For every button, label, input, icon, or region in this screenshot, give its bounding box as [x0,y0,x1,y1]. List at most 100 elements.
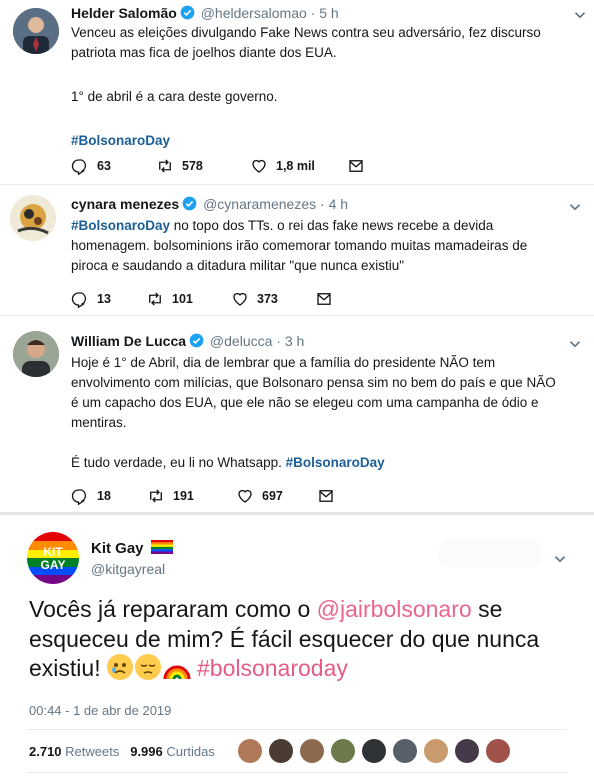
heart-icon [236,487,254,505]
liker-avatars [238,739,517,763]
hashtag-link[interactable]: #bolsonaroday [197,655,348,681]
tweet-helder-salomao[interactable]: Helder Salomão @heldersalomao · 5 h Venc… [0,0,594,185]
avatar[interactable] [13,331,59,377]
tweet-time[interactable]: · 4 h [320,196,348,212]
author-handle[interactable]: @cynaramenezes [203,196,316,212]
author-handle[interactable]: @heldersalomao [201,5,307,21]
reply-icon [71,157,89,175]
tweet-text: #BolsonaroDay no topo dos TTs. o rei das… [71,216,581,276]
tweet-time[interactable]: · 3 h [276,333,304,349]
reply-button[interactable]: 13 [71,290,146,308]
liker-avatar[interactable] [362,739,386,763]
liker-avatar[interactable] [238,739,262,763]
reply-count: 63 [97,159,111,173]
liker-avatar[interactable] [300,739,324,763]
pensive-face-emoji-icon [134,654,161,680]
retweet-button[interactable]: 578 [156,157,250,175]
direct-message-button[interactable] [315,290,341,308]
heart-icon [250,157,268,175]
tweet-line: no topo dos TTs. o rei das fake news rec… [170,218,494,233]
author-name[interactable]: Kit Gay [91,540,144,557]
engagement-stats: 2.710 Retweets 9.996 Curtidas [29,744,215,759]
divider [27,772,567,773]
reply-button[interactable]: 18 [71,487,147,505]
direct-message-button[interactable] [317,487,343,505]
hashtag-link[interactable]: #BolsonaroDay [286,455,385,470]
liker-avatar[interactable] [331,739,355,763]
verified-badge-icon [182,196,197,211]
tweet-text-part: Vocês já repararam como o [29,596,317,622]
retweets-count: 2.710 [29,744,62,759]
retweet-count: 191 [173,489,194,503]
tweet-text: Venceu as eleições divulgando Fake News … [71,23,581,151]
direct-message-button[interactable] [347,157,373,175]
author-handle[interactable]: @kitgayreal [91,561,165,577]
tweet-time[interactable]: · 5 h [311,5,339,21]
verified-badge-icon [189,333,204,348]
reply-icon [71,290,89,308]
liker-avatar[interactable] [424,739,448,763]
liker-avatar[interactable] [486,739,510,763]
envelope-icon [347,157,365,175]
tweet-line: é um capacho dos EUA, que ele não se ele… [71,395,539,410]
author-name[interactable]: Helder Salomão [71,5,177,21]
tweet-line: mentiras. [71,415,127,430]
retweet-icon [146,290,164,308]
like-button[interactable]: 373 [231,290,315,308]
retweet-icon [147,487,165,505]
avatar-text: KIT [43,545,63,559]
liker-avatar[interactable] [455,739,479,763]
mention-link[interactable]: @jairbolsonaro [317,596,472,622]
hashtag-link[interactable]: #BolsonaroDay [71,218,170,233]
tweet-text: Vocês já repararam como o @jairbolsonaro… [29,595,584,684]
retweet-count: 578 [182,159,203,173]
heart-icon [231,290,249,308]
tweet-timestamp[interactable]: 00:44 - 1 de abr de 2019 [29,703,171,718]
tweet-line: piroca e saudando a ditadura militar "qu… [71,258,405,273]
tweet-line: homenagem. bolsominions irão comemorar t… [71,238,528,253]
reply-icon [71,487,89,505]
reply-count: 13 [97,292,111,306]
chevron-down-icon[interactable] [566,198,584,216]
retweet-count: 101 [172,292,193,306]
likes-stat[interactable]: 9.996 Curtidas [130,744,215,759]
retweet-button[interactable]: 191 [147,487,236,505]
follow-button-ghost [438,538,543,568]
tweet-cynara-menezes[interactable]: cynara menezes @cynaramenezes · 4 h #Bol… [0,185,594,316]
tweet-line: 1° de abril é a cara deste governo. [71,89,278,104]
tweet-william-de-lucca[interactable]: William De Lucca @delucca · 3 h Hoje é 1… [0,316,594,512]
avatar-text: GAY [41,558,66,572]
chevron-down-icon[interactable] [551,550,569,568]
avatar[interactable] [13,8,59,54]
likes-label: Curtidas [166,744,215,759]
like-count: 373 [257,292,278,306]
avatar[interactable] [10,195,56,241]
like-count: 697 [262,489,283,503]
avatar[interactable]: KIT GAY [27,532,79,584]
chevron-down-icon[interactable] [571,6,589,24]
author-name[interactable]: William De Lucca [71,333,186,349]
envelope-icon [317,487,335,505]
liker-avatar[interactable] [269,739,293,763]
retweets-stat[interactable]: 2.710 Retweets [29,744,119,759]
like-count: 1,8 mil [276,159,315,173]
retweet-icon [156,157,174,175]
tweet-line: Venceu as eleições divulgando Fake News … [71,25,541,40]
likes-count: 9.996 [130,744,163,759]
divider [27,729,567,730]
crying-face-emoji-icon [106,654,133,680]
tweet-text: Hoje é 1° de Abril, dia de lembrar que a… [71,353,581,473]
chevron-down-icon[interactable] [566,335,584,353]
author-handle[interactable]: @delucca [210,333,272,349]
rainbow-flag-icon [150,540,173,554]
like-button[interactable]: 1,8 mil [250,157,347,175]
retweet-button[interactable]: 101 [146,290,231,308]
author-name[interactable]: cynara menezes [71,196,179,212]
hashtag-link[interactable]: #BolsonaroDay [71,131,581,151]
tweet-line: envolvimento com milícias, que Bolsonaro… [71,375,556,390]
liker-avatar[interactable] [393,739,417,763]
reply-button[interactable]: 63 [71,157,156,175]
like-button[interactable]: 697 [236,487,317,505]
reply-count: 18 [97,489,111,503]
envelope-icon [315,290,333,308]
